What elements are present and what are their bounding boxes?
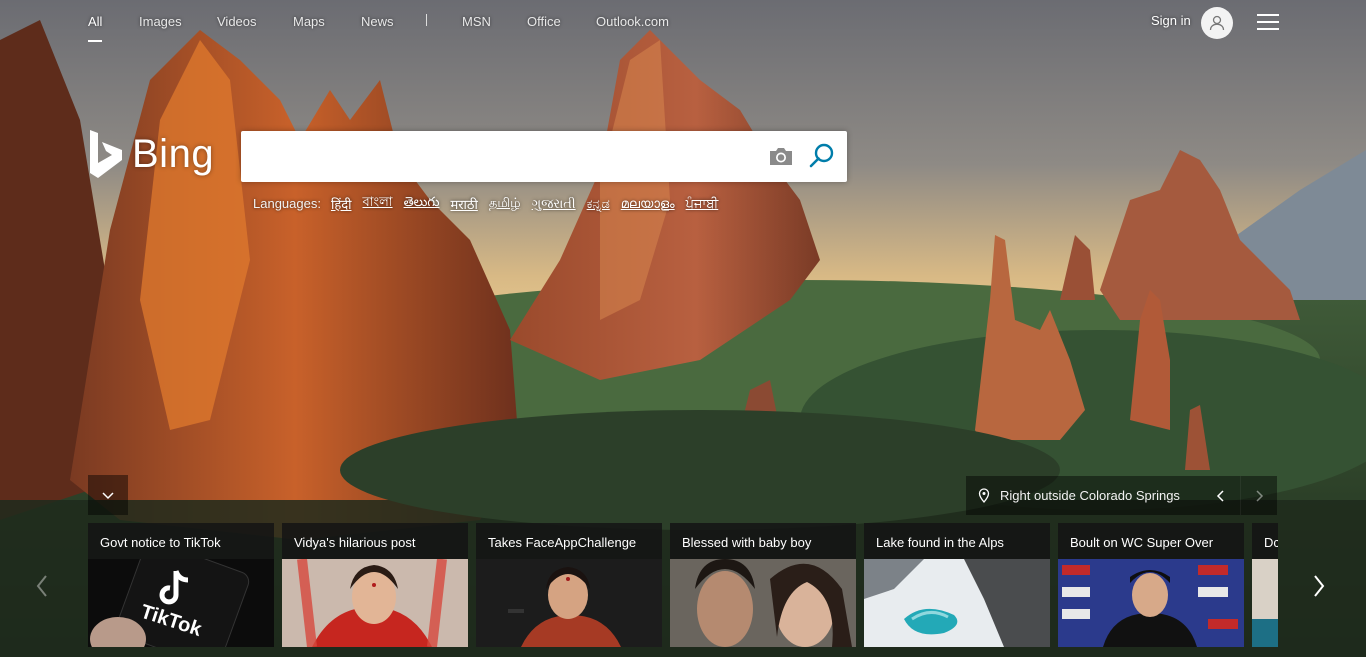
previous-image-button[interactable] bbox=[1203, 476, 1239, 515]
news-card[interactable]: Dc bbox=[1252, 523, 1278, 647]
language-link[interactable]: ಕನ್ನಡ bbox=[587, 196, 610, 212]
news-card-thumbnail bbox=[282, 559, 468, 647]
news-card[interactable]: Boult on WC Super Over bbox=[1058, 523, 1244, 647]
language-link[interactable]: മലയാളം bbox=[621, 196, 675, 212]
news-card-thumbnail: TikTok bbox=[88, 559, 274, 647]
language-link[interactable]: தமிழ் bbox=[489, 195, 521, 212]
news-card[interactable]: Vidya's hilarious post bbox=[282, 523, 468, 647]
next-image-button[interactable] bbox=[1240, 476, 1277, 515]
nav-item-office[interactable]: Office bbox=[527, 14, 561, 29]
news-card-thumbnail bbox=[1252, 559, 1278, 647]
nav-item-all[interactable]: All bbox=[88, 14, 103, 42]
bing-logo-icon bbox=[90, 130, 122, 178]
news-card-thumbnail bbox=[476, 559, 662, 647]
news-card-title: Lake found in the Alps bbox=[876, 535, 1004, 550]
language-link[interactable]: ગુજરાતી bbox=[532, 196, 576, 212]
hamburger-icon[interactable] bbox=[1257, 14, 1279, 30]
language-link[interactable]: मराठी bbox=[450, 195, 477, 213]
news-card-title: Govt notice to TikTok bbox=[100, 535, 221, 550]
search-input[interactable] bbox=[255, 143, 755, 171]
bing-logo[interactable]: Bing bbox=[88, 128, 214, 180]
location-pin-icon bbox=[978, 488, 990, 503]
news-card[interactable]: Takes FaceAppChallenge bbox=[476, 523, 662, 647]
chevron-left-icon bbox=[36, 575, 47, 597]
news-card[interactable]: Blessed with baby boy bbox=[670, 523, 856, 647]
chevron-down-icon bbox=[102, 492, 114, 500]
nav-item-outlook[interactable]: Outlook.com bbox=[596, 14, 669, 29]
sign-in-link[interactable]: Sign in bbox=[1151, 13, 1191, 28]
carousel-next-button[interactable] bbox=[1305, 570, 1333, 602]
news-carousel: Govt notice to TikTok TikTok Vidya's hil… bbox=[88, 523, 1278, 647]
collapse-button[interactable] bbox=[88, 475, 128, 515]
news-card-thumbnail bbox=[670, 559, 856, 647]
nav-item-msn[interactable]: MSN bbox=[462, 14, 491, 29]
nav-item-news[interactable]: News bbox=[361, 14, 394, 29]
nav-item-images[interactable]: Images bbox=[139, 14, 182, 29]
news-card[interactable]: Govt notice to TikTok TikTok bbox=[88, 523, 274, 647]
chevron-left-icon bbox=[1216, 489, 1224, 502]
languages-bar: Languages: हिंदी বাংলা తెలుగు मराठी தமிழ… bbox=[253, 193, 729, 214]
news-card-thumbnail bbox=[1058, 559, 1244, 647]
nav-item-maps[interactable]: Maps bbox=[293, 14, 325, 29]
search-icon[interactable] bbox=[808, 142, 836, 170]
language-link[interactable]: ਪੰਜਾਬੀ bbox=[686, 196, 719, 212]
news-card-thumbnail bbox=[864, 559, 1050, 647]
camera-icon[interactable] bbox=[768, 145, 794, 167]
news-card-title: Dc bbox=[1264, 535, 1278, 550]
languages-label: Languages: bbox=[253, 196, 321, 211]
news-card-title: Blessed with baby boy bbox=[682, 535, 812, 550]
user-icon[interactable] bbox=[1201, 7, 1233, 39]
chevron-right-icon bbox=[1256, 489, 1264, 502]
image-location-link[interactable]: Right outside Colorado Springs bbox=[1000, 488, 1180, 503]
language-link[interactable]: తెలుగు bbox=[404, 194, 440, 213]
logo-text: Bing bbox=[132, 131, 215, 176]
nav-divider bbox=[426, 14, 427, 26]
news-card[interactable]: Lake found in the Alps bbox=[864, 523, 1050, 647]
nav-item-videos[interactable]: Videos bbox=[217, 14, 257, 29]
top-navigation: All Images Videos Maps News MSN Office O… bbox=[0, 0, 1366, 44]
news-card-title: Vidya's hilarious post bbox=[294, 535, 416, 550]
language-link[interactable]: हिंदी bbox=[331, 195, 352, 213]
carousel-prev-button[interactable] bbox=[28, 570, 56, 602]
language-link[interactable]: বাংলা bbox=[363, 193, 393, 214]
chevron-right-icon bbox=[1314, 575, 1325, 597]
search-box bbox=[241, 131, 847, 182]
news-card-title: Takes FaceAppChallenge bbox=[488, 535, 637, 550]
news-card-title: Boult on WC Super Over bbox=[1070, 535, 1214, 550]
image-info-bar: Right outside Colorado Springs bbox=[966, 476, 1277, 515]
